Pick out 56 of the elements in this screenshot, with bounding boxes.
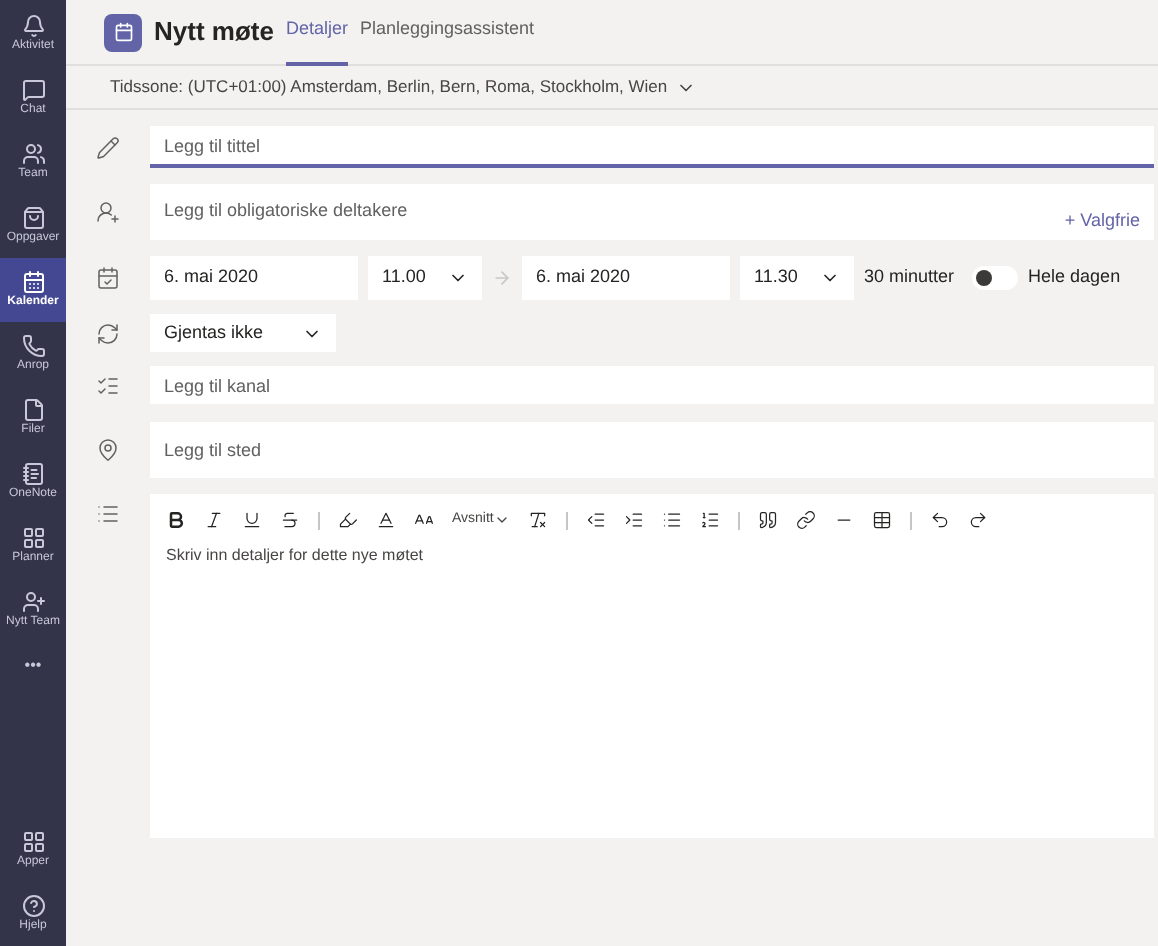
bag-icon (21, 206, 45, 230)
title-field[interactable]: Legg til tittel (150, 126, 1154, 168)
more-apps-button[interactable]: ••• (24, 654, 42, 678)
location-pin-icon (96, 438, 120, 462)
person-add-icon (96, 200, 120, 224)
location-field[interactable]: Legg til sted (150, 422, 1154, 478)
bell-icon (21, 14, 45, 38)
start-date-field[interactable]: 6. mai 2020 (150, 256, 358, 300)
timezone-dropdown[interactable]: Tidssone: (UTC+01:00) Amsterdam, Berlin, Bern, Roma, Stockholm, Wien (66, 66, 1158, 110)
chevron-down-icon (493, 512, 510, 528)
recurrence-dropdown[interactable]: Gjentas ikke (150, 314, 336, 352)
phone-icon (21, 334, 45, 358)
file-icon (21, 398, 45, 422)
page-title: Nytt møte (154, 14, 274, 51)
channel-icon (96, 373, 120, 397)
help-icon (21, 894, 45, 918)
people-icon (21, 142, 45, 166)
notebook-icon (21, 462, 45, 486)
all-day-toggle[interactable] (972, 266, 1019, 290)
all-day-label: Hele dagen (1028, 264, 1121, 291)
optional-attendees-link[interactable]: + Valgfrie (1064, 207, 1140, 234)
grid-icon (21, 526, 45, 550)
calendar-icon (21, 270, 45, 294)
font-size-icon[interactable] (414, 510, 434, 530)
indent-icon[interactable] (623, 510, 644, 530)
refresh-icon (96, 321, 120, 345)
font-color-icon[interactable] (376, 510, 396, 530)
calendar-icon (96, 266, 120, 290)
tab[interactable]: Detaljer (285, 0, 348, 65)
highlighter-icon[interactable] (338, 510, 358, 530)
bold-icon[interactable] (166, 510, 186, 530)
italic-icon[interactable] (204, 510, 224, 530)
end-date-field[interactable]: 6. mai 2020 (522, 256, 730, 300)
quote-icon[interactable] (757, 510, 778, 530)
person-plus-icon (21, 590, 45, 614)
outdent-icon[interactable] (585, 510, 606, 530)
strikethrough-icon[interactable] (280, 510, 300, 530)
duration-text: 30 minutter (864, 264, 955, 291)
undo-icon[interactable] (929, 510, 950, 530)
details-field[interactable]: Skriv inn detaljer for dette nye møtet (166, 544, 1138, 824)
end-time-dropdown[interactable]: 11.30 (740, 256, 854, 300)
table-icon[interactable] (871, 510, 892, 530)
start-time-dropdown[interactable]: 11.00 (368, 256, 482, 300)
numbered-list-icon[interactable] (699, 510, 720, 530)
attendees-field[interactable]: Legg til obligatoriske deltakere + Valgfrie (150, 184, 1154, 240)
clear-format-icon[interactable] (527, 510, 548, 530)
underline-icon[interactable] (242, 510, 262, 530)
redo-icon[interactable] (967, 510, 988, 530)
chat-icon (21, 78, 45, 102)
channel-field[interactable]: Legg til kanal (150, 366, 1154, 404)
calendar-icon (113, 22, 133, 42)
arrow-right-icon (492, 268, 512, 288)
apps-icon (21, 830, 45, 854)
pencil-icon (96, 135, 120, 159)
tab[interactable]: Planleggingsassistent (359, 0, 535, 65)
link-icon[interactable] (795, 510, 816, 530)
